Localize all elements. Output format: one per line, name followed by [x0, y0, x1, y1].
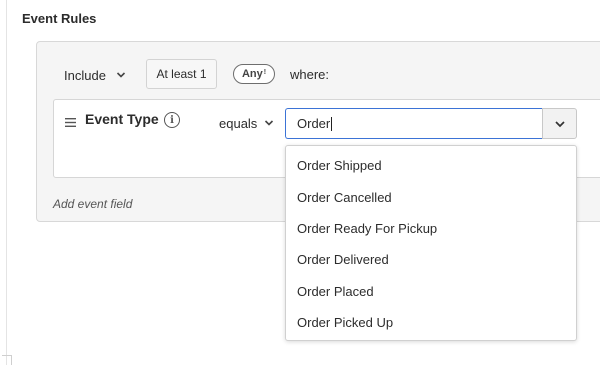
corner-mark: [2, 355, 12, 365]
dropdown-option[interactable]: Order Picked Up: [286, 307, 576, 338]
page-title: Event Rules: [22, 11, 97, 26]
text-caret: [331, 116, 333, 131]
dropdown-option[interactable]: Order Placed: [286, 276, 576, 307]
dropdown-option[interactable]: Order Cancelled: [286, 182, 576, 213]
any-toggle[interactable]: Any!: [233, 64, 275, 84]
at-least-button[interactable]: At least 1: [146, 59, 217, 89]
chevron-down-icon: [554, 120, 565, 127]
combo-dropdown-button[interactable]: [542, 108, 577, 139]
event-rules-page: Event Rules Include At least 1 Any! wher…: [0, 0, 600, 365]
where-label: where:: [290, 67, 330, 82]
add-event-field-link[interactable]: Add event field: [53, 197, 132, 211]
drag-handle-icon[interactable]: [65, 118, 76, 127]
include-label: Include: [64, 67, 106, 83]
any-label: Any: [241, 68, 263, 80]
dropdown-option[interactable]: Order Shipped: [286, 150, 576, 181]
event-type-label: Event Type: [85, 111, 159, 127]
event-type-input[interactable]: Order: [285, 108, 542, 139]
any-sup: !: [263, 68, 267, 76]
event-type-input-value: Order: [297, 116, 331, 131]
dropdown-option[interactable]: Order Delivered: [286, 244, 576, 275]
left-divider: [6, 0, 7, 365]
dropdown-option[interactable]: Order Ready For Pickup: [286, 213, 576, 244]
chevron-down-icon: [116, 72, 125, 78]
event-type-dropdown: Order Shipped Order Cancelled Order Read…: [285, 145, 577, 341]
chevron-down-icon[interactable]: [264, 118, 274, 128]
info-icon[interactable]: i: [164, 112, 180, 128]
operator-label[interactable]: equals: [219, 116, 257, 131]
include-dropdown[interactable]: Include: [64, 60, 126, 90]
